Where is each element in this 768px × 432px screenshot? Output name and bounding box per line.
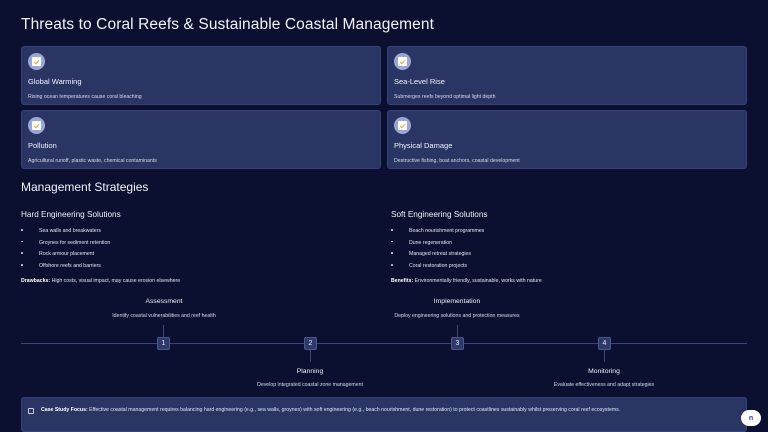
list-item: Beach nourishment programmes (391, 228, 741, 240)
timeline-stage-title: Assessment (145, 298, 183, 305)
clipboard-check-icon (28, 117, 45, 134)
timeline-stage-desc: Develop integrated coastal zone manageme… (257, 382, 363, 388)
bullet-icon (21, 240, 23, 243)
threat-desc: Agricultural runoff, plastic waste, chem… (28, 158, 157, 164)
timeline-stage-title: Implementation (433, 298, 481, 305)
clipboard-check-icon (394, 117, 411, 134)
column-title: Hard Engineering Solutions (21, 210, 121, 219)
timeline-node: 2 (304, 337, 317, 350)
timeline-stage-title: Monitoring (588, 368, 620, 375)
timeline-stem (310, 350, 311, 362)
timeline-line (21, 343, 747, 344)
list-item: Offshore reefs and barriers (21, 263, 371, 275)
threat-name: Global Warming (28, 77, 82, 86)
timeline-node: 3 (451, 337, 464, 350)
page-title: Threats to Coral Reefs & Sustainable Coa… (21, 16, 435, 33)
bullet-icon (21, 264, 23, 266)
section-title-strategies: Management Strategies (21, 180, 149, 194)
bullet-icon (391, 240, 393, 243)
bullet-list: Sea walls and breakwaters Groynes for se… (21, 228, 371, 275)
hard-engineering-column: Hard Engineering Solutions Sea walls and… (21, 210, 371, 284)
timeline-stage-desc: Identify coastal vulnerabilities and ree… (112, 313, 216, 319)
threat-card-pollution: Pollution Agricultural runoff, plastic w… (21, 110, 381, 169)
case-study-text: Case Study Focus: Effective coastal mana… (41, 407, 621, 413)
case-study-box: Case Study Focus: Effective coastal mana… (21, 397, 747, 432)
floating-action-button[interactable]: n (741, 410, 761, 426)
list-item: Coral restoration projects (391, 263, 741, 275)
list-item: Groynes for sediment retention (21, 240, 371, 252)
bullet-icon (391, 264, 393, 266)
list-item: Rock armour placement (21, 251, 371, 263)
square-icon (28, 408, 34, 414)
bullet-icon (21, 252, 23, 254)
timeline-stem (163, 325, 164, 337)
threat-card-physical-damage: Physical Damage Destructive fishing, boa… (387, 110, 747, 169)
timeline-stage-desc: Deploy engineering solutions and protect… (394, 313, 520, 319)
bullet-list: Beach nourishment programmes Dune regene… (391, 228, 741, 275)
soft-engineering-column: Soft Engineering Solutions Beach nourish… (391, 210, 741, 284)
list-item: Managed retreat strategies (391, 251, 741, 263)
threat-name: Pollution (28, 141, 57, 150)
list-item: Dune regeneration (391, 240, 741, 252)
drawbacks-note: Drawbacks: High costs, visual impact, ma… (21, 277, 181, 284)
column-title: Soft Engineering Solutions (391, 210, 488, 219)
list-item: Sea walls and breakwaters (21, 228, 371, 240)
threat-card-global-warming: Global Warming Rising ocean temperatures… (21, 46, 381, 105)
timeline-node: 1 (157, 337, 170, 350)
benefits-note: Benefits: Environmentally friendly, sust… (391, 277, 542, 284)
timeline-stem (604, 350, 605, 362)
timeline-node: 4 (598, 337, 611, 350)
bullet-icon (21, 229, 23, 231)
threat-desc: Submerges reefs beyond optimal light dep… (394, 94, 496, 100)
bullet-icon (391, 252, 393, 254)
threat-desc: Rising ocean temperatures cause coral bl… (28, 94, 142, 100)
threat-name: Physical Damage (394, 141, 453, 150)
threat-desc: Destructive fishing, boat anchors, coast… (394, 158, 520, 164)
timeline-stage-title: Planning (296, 368, 324, 375)
floating-button-label: n (748, 414, 754, 422)
bullet-icon (391, 229, 393, 231)
clipboard-check-icon (28, 53, 45, 70)
clipboard-check-icon (394, 53, 411, 70)
threat-grid: Global Warming Rising ocean temperatures… (21, 46, 747, 169)
threat-name: Sea-Level Rise (394, 77, 445, 86)
timeline-stem (457, 325, 458, 337)
timeline-stage-desc: Evaluate effectiveness and adapt strateg… (553, 382, 655, 388)
threat-card-sea-level-rise: Sea-Level Rise Submerges reefs beyond op… (387, 46, 747, 105)
